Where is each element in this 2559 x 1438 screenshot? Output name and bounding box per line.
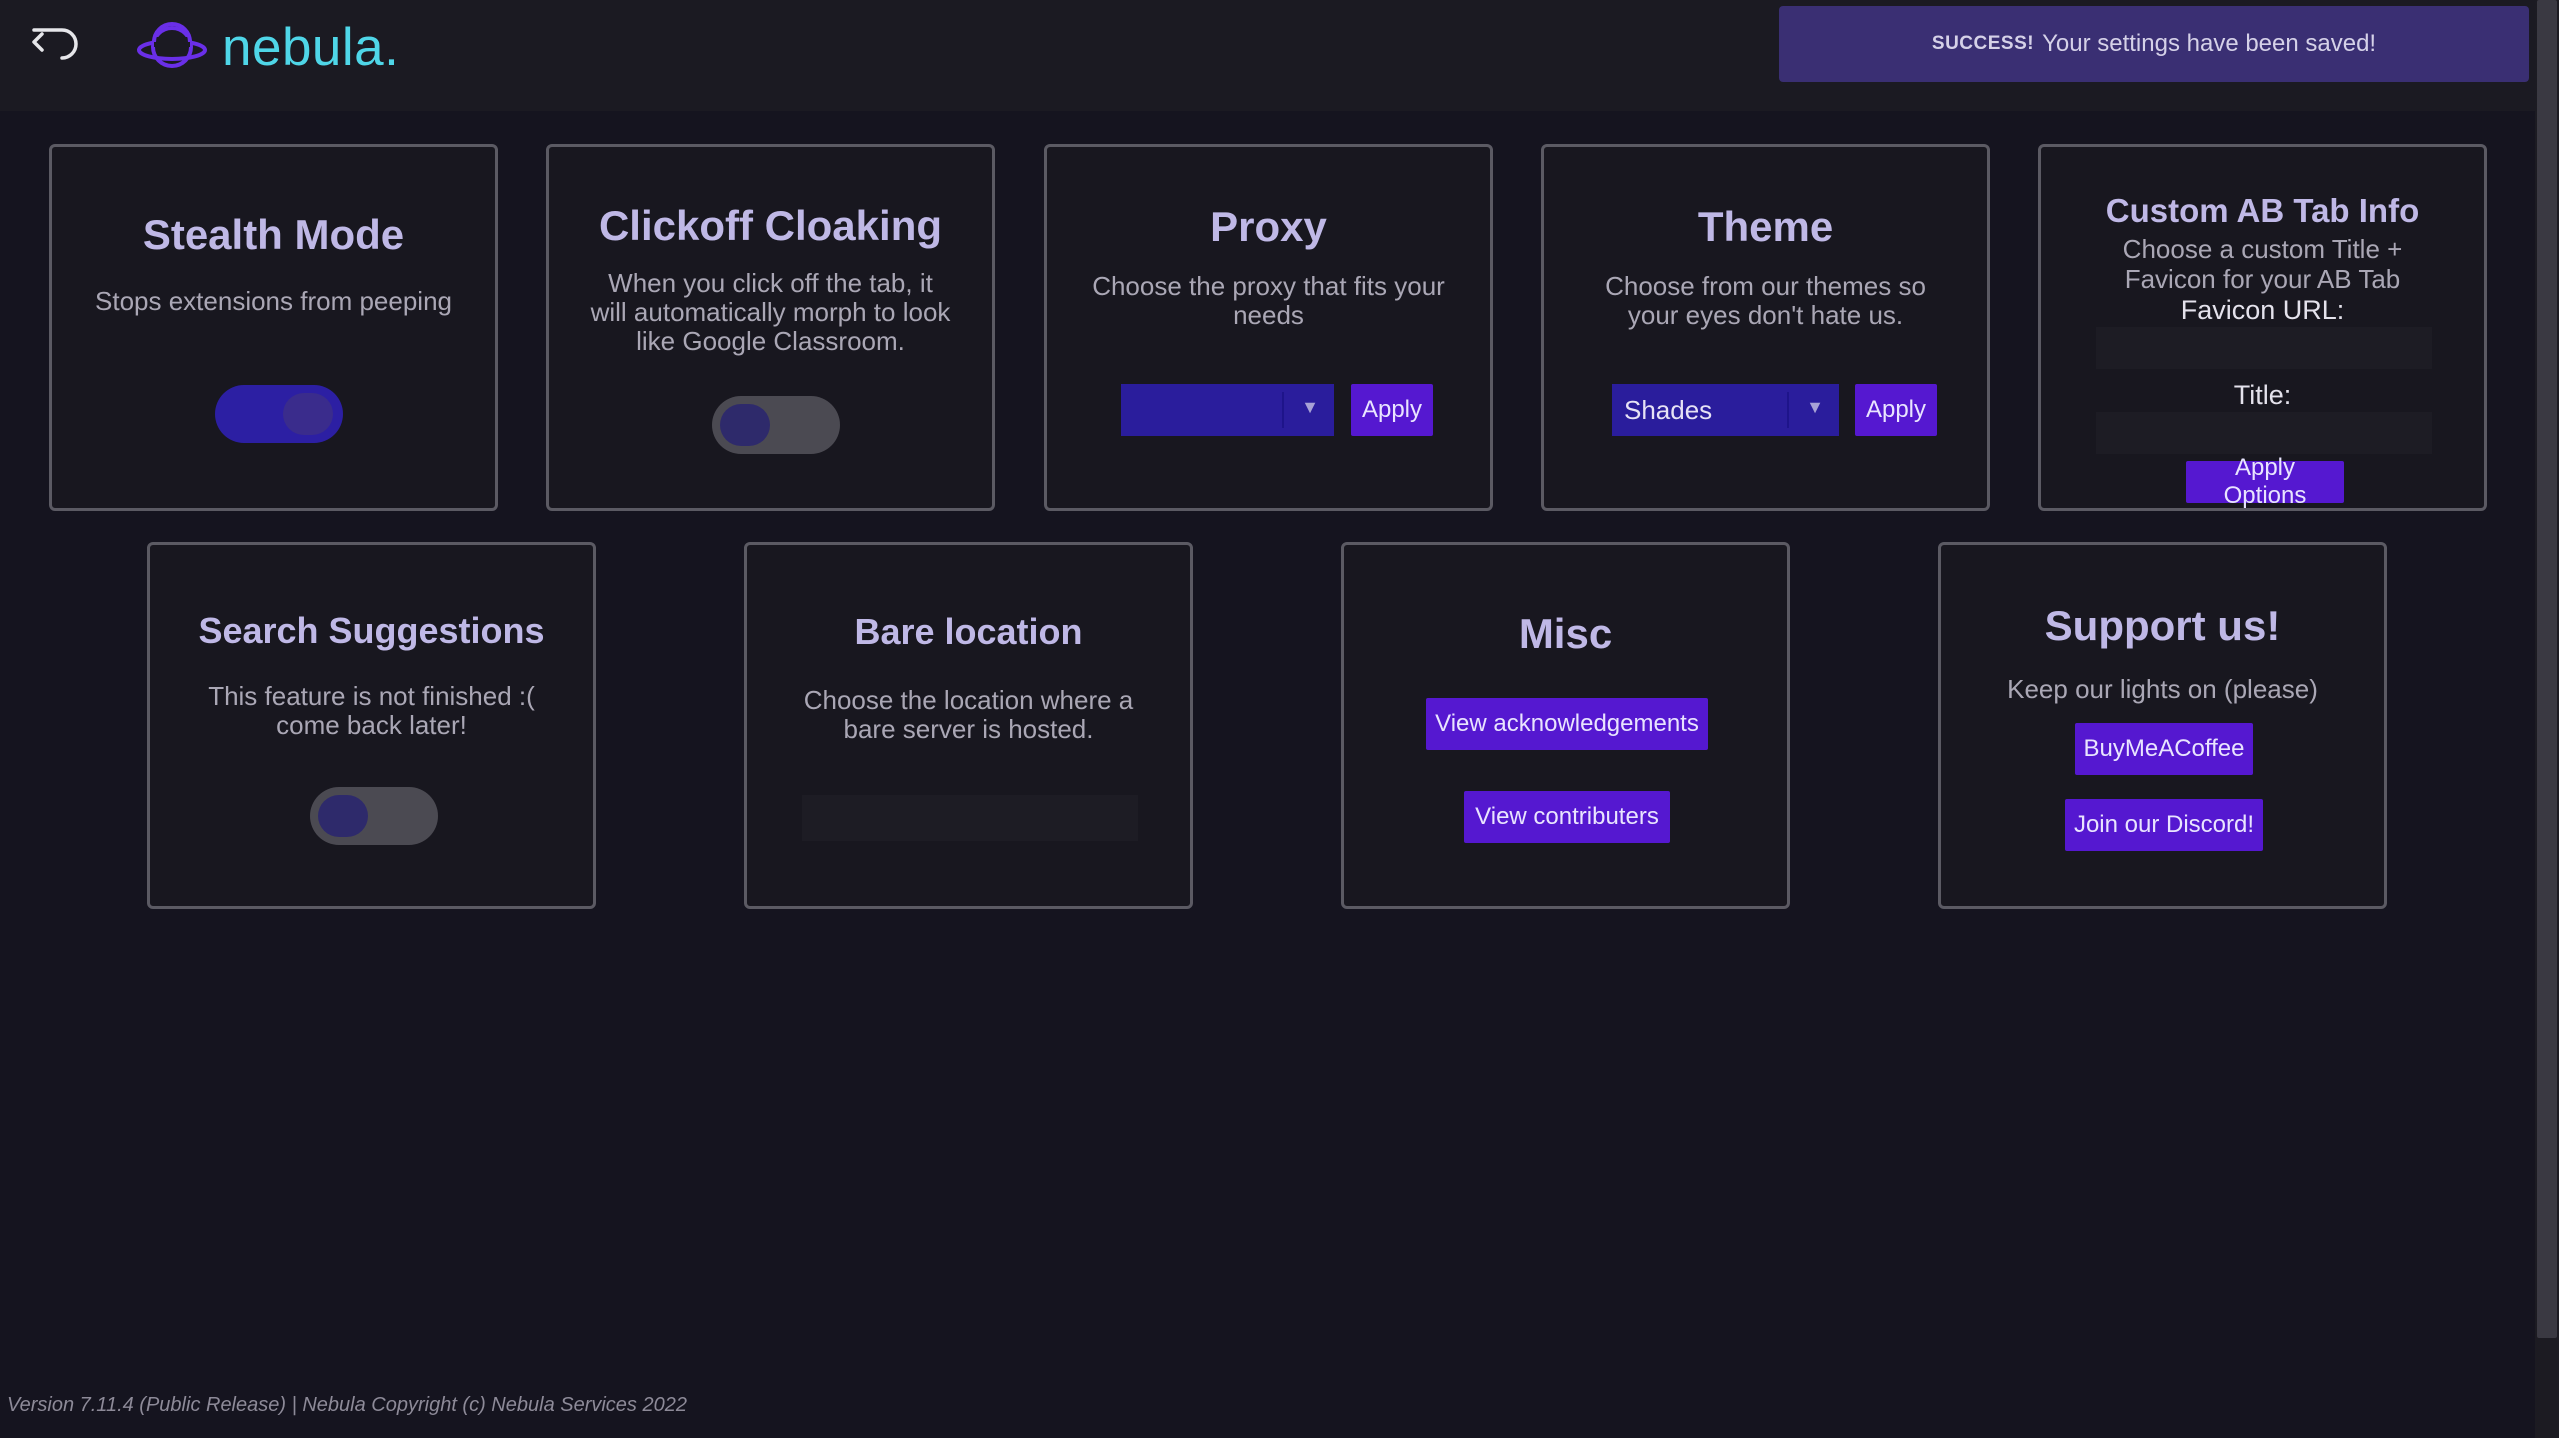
favicon-url-input[interactable] (2096, 327, 2432, 369)
back-arrow-icon[interactable] (28, 14, 84, 70)
desc-line: Choose a custom Title + (2122, 234, 2403, 264)
desc-line: will automatically morph to look (590, 297, 951, 327)
desc-line: Favicon for your AB Tab (2124, 264, 2401, 294)
search-suggestions-toggle[interactable] (310, 787, 438, 845)
card-theme: Theme Choose from our themes so your eye… (1541, 144, 1990, 511)
card-description: Choose the proxy that fits your needs (1047, 272, 1490, 330)
footer-version: Version 7.11.4 (Public Release) | Nebula… (7, 1394, 687, 1416)
card-search-suggestions: Search Suggestions This feature is not f… (147, 542, 596, 909)
card-description: This feature is not finished :( come bac… (150, 682, 593, 740)
chevron-down-icon: ▼ (1806, 397, 1824, 417)
toggle-knob (283, 393, 333, 435)
card-support-us: Support us! Keep our lights on (please) … (1938, 542, 2387, 909)
desc-line: This feature is not finished :( (208, 681, 535, 711)
card-misc: Misc View acknowledgements View contribu… (1341, 542, 1790, 909)
favicon-url-label: Favicon URL: (2180, 295, 2345, 325)
title-label: Title: (2233, 380, 2292, 410)
logo-text: nebula. (222, 17, 400, 77)
card-description: Choose a custom Title + Favicon for your… (2041, 234, 2484, 294)
card-title: Support us! (2044, 602, 2281, 649)
toast-message: Your settings have been saved! (2042, 30, 2377, 57)
clickoff-cloaking-toggle[interactable] (712, 396, 840, 454)
desc-line: your eyes don't hate us. (1627, 300, 1904, 330)
select-divider (1282, 392, 1284, 428)
desc-line: needs (1233, 300, 1304, 330)
desc-line: When you click off the tab, it (608, 268, 933, 298)
card-title: Clickoff Cloaking (598, 202, 943, 249)
card-title: Proxy (1210, 203, 1327, 250)
card-title: Custom AB Tab Info (2105, 192, 2420, 229)
card-title: Stealth Mode (142, 211, 405, 258)
join-discord-button[interactable]: Join our Discord! (2065, 799, 2263, 851)
success-toast: SUCCESS! Your settings have been saved! (1779, 6, 2529, 82)
desc-line: Choose the location where a (803, 685, 1134, 715)
card-description: When you click off the tab, it will auto… (549, 269, 992, 356)
card-custom-ab-tab: Custom AB Tab Info Choose a custom Title… (2038, 144, 2487, 511)
scrollbar[interactable] (2535, 0, 2559, 1438)
chevron-down-icon: ▼ (1301, 397, 1319, 417)
bare-location-input[interactable] (802, 795, 1138, 841)
card-description: Stops extensions from peeping (95, 286, 452, 316)
desc-line: bare server is hosted. (843, 714, 1094, 744)
theme-select[interactable]: Shades ▼ (1612, 384, 1839, 436)
proxy-select[interactable]: ▼ (1121, 384, 1334, 436)
card-stealth-mode: Stealth Mode Stops extensions from peepi… (49, 144, 498, 511)
card-title: Misc (1518, 610, 1613, 657)
scrollbar-thumb[interactable] (2537, 0, 2557, 1338)
toggle-knob (720, 404, 770, 446)
card-title: Search Suggestions (198, 610, 545, 651)
desc-line: Choose from our themes so (1605, 271, 1926, 301)
card-bare-location: Bare location Choose the location where … (744, 542, 1193, 909)
toast-status: SUCCESS! (1931, 33, 2035, 54)
view-contributers-button[interactable]: View contributers (1464, 791, 1670, 843)
title-input[interactable] (2096, 412, 2432, 454)
logo[interactable]: nebula. (136, 12, 399, 82)
top-bar: nebula. SUCCESS! Your settings have been… (0, 0, 2535, 111)
card-title: Bare location (854, 611, 1083, 652)
select-divider (1787, 392, 1789, 428)
desc-line: like Google Classroom. (636, 326, 905, 356)
apply-options-button[interactable]: Apply Options (2186, 454, 2344, 509)
toggle-knob (318, 795, 368, 837)
desc-line: Choose the proxy that fits your (1092, 271, 1445, 301)
proxy-apply-button[interactable]: Apply (1351, 384, 1433, 436)
card-clickoff-cloaking: Clickoff Cloaking When you click off the… (546, 144, 995, 511)
card-proxy: Proxy Choose the proxy that fits your ne… (1044, 144, 1493, 511)
card-title: Theme (1697, 203, 1834, 250)
stealth-mode-toggle[interactable] (215, 385, 343, 443)
card-description: Keep our lights on (please) (2007, 674, 2318, 704)
card-description: Choose from our themes so your eyes don'… (1544, 272, 1987, 330)
select-value: Shades (1624, 395, 1713, 425)
desc-line: come back later! (276, 710, 467, 740)
view-acknowledgements-button[interactable]: View acknowledgements (1426, 698, 1708, 750)
card-description: Choose the location where a bare server … (747, 686, 1190, 744)
theme-apply-button[interactable]: Apply (1855, 384, 1937, 436)
planet-icon (137, 22, 207, 68)
buy-me-a-coffee-button[interactable]: BuyMeACoffee (2075, 723, 2253, 775)
